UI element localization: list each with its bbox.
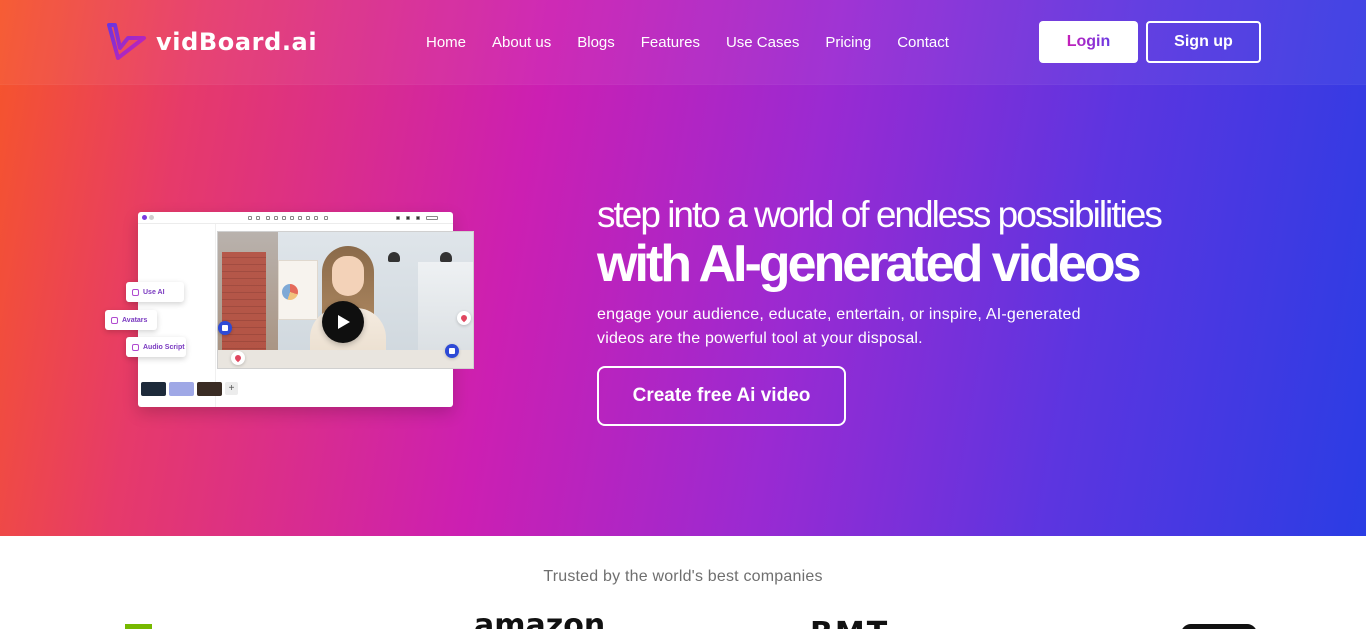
hero-section: vidBoard.ai Home About us Blogs Features… (0, 0, 1366, 536)
vidboard-logo-icon (107, 23, 146, 60)
tool-icon (248, 216, 252, 220)
top-navbar: vidBoard.ai Home About us Blogs Features… (0, 0, 1366, 84)
chip-avatars: Avatars (105, 310, 157, 330)
scene-thumbnail (141, 382, 166, 396)
room-brick-wall (222, 252, 266, 362)
heart-badge-icon (457, 311, 471, 325)
tool-icon (396, 216, 400, 220)
add-scene-button: + (225, 382, 238, 395)
mockup-dot-icon (142, 215, 147, 220)
pill-logo-icon (1181, 624, 1257, 629)
audio-icon (132, 343, 139, 351)
play-button[interactable] (322, 301, 364, 343)
signup-button[interactable]: Sign up (1146, 21, 1261, 63)
tool-icon (274, 216, 278, 220)
nav-pricing[interactable]: Pricing (825, 33, 871, 53)
bmt-logo: BMT (810, 617, 889, 629)
scene-thumbnails: + (141, 382, 238, 396)
heart-badge-icon (231, 351, 245, 365)
lamp-icon (440, 252, 452, 262)
nav-blogs[interactable]: Blogs (577, 33, 615, 53)
login-label: Login (1066, 33, 1111, 50)
avatar-icon (111, 316, 118, 324)
chip-audio-script-label: Audio Script (143, 343, 185, 351)
presenter-face (332, 256, 364, 296)
nvidia-logo-icon (125, 624, 152, 629)
trusted-caption: Trusted by the world's best companies (543, 568, 823, 585)
tool-icon (282, 216, 286, 220)
scene-thumbnail (197, 382, 222, 396)
nav-home[interactable]: Home (426, 33, 466, 53)
like-badge-icon (445, 344, 459, 358)
chip-use-ai-label: Use AI (143, 288, 165, 296)
tool-icon (306, 216, 310, 220)
tool-icon (290, 216, 294, 220)
hero-headline-line2: with AI-generated videos (597, 235, 1142, 293)
tool-icon (406, 216, 410, 220)
main-nav: Home About us Blogs Features Use Cases P… (426, 33, 975, 53)
tool-icon (416, 216, 420, 220)
nav-contact[interactable]: Contact (897, 33, 949, 53)
play-icon (338, 315, 350, 329)
mockup-dot-icon (149, 215, 154, 220)
chip-avatars-label: Avatars (122, 316, 148, 324)
hero-subtext: engage your audience, educate, entertain… (597, 306, 1081, 347)
chip-use-ai: Use AI (126, 282, 184, 302)
amazon-logo: amazon (474, 608, 606, 629)
nav-features[interactable]: Features (641, 33, 700, 53)
mockup-toolbar (138, 212, 453, 224)
create-video-button[interactable]: Create free Ai video (597, 366, 846, 426)
room-table (218, 350, 473, 368)
chip-audio-script: Audio Script (126, 337, 186, 357)
sparkle-icon (132, 288, 139, 296)
brand-name: vidBoard.ai (156, 28, 318, 56)
tool-icon (426, 216, 438, 220)
tool-icon (324, 216, 328, 220)
scene-thumbnail (169, 382, 194, 396)
brand-logo[interactable]: vidBoard.ai (106, 22, 317, 62)
tool-icon (256, 216, 260, 220)
like-badge-icon (218, 321, 232, 335)
pie-chart-icon (282, 284, 298, 300)
tool-icon (266, 216, 270, 220)
login-button[interactable]: Login (1039, 21, 1138, 63)
nav-use-cases[interactable]: Use Cases (726, 33, 799, 53)
tool-icon (314, 216, 318, 220)
hero-headline-line1: step into a world of endless possibiliti… (597, 194, 1163, 235)
tool-icon (298, 216, 302, 220)
nav-about-us[interactable]: About us (492, 33, 551, 53)
lamp-icon (388, 252, 400, 262)
video-preview (217, 231, 474, 369)
